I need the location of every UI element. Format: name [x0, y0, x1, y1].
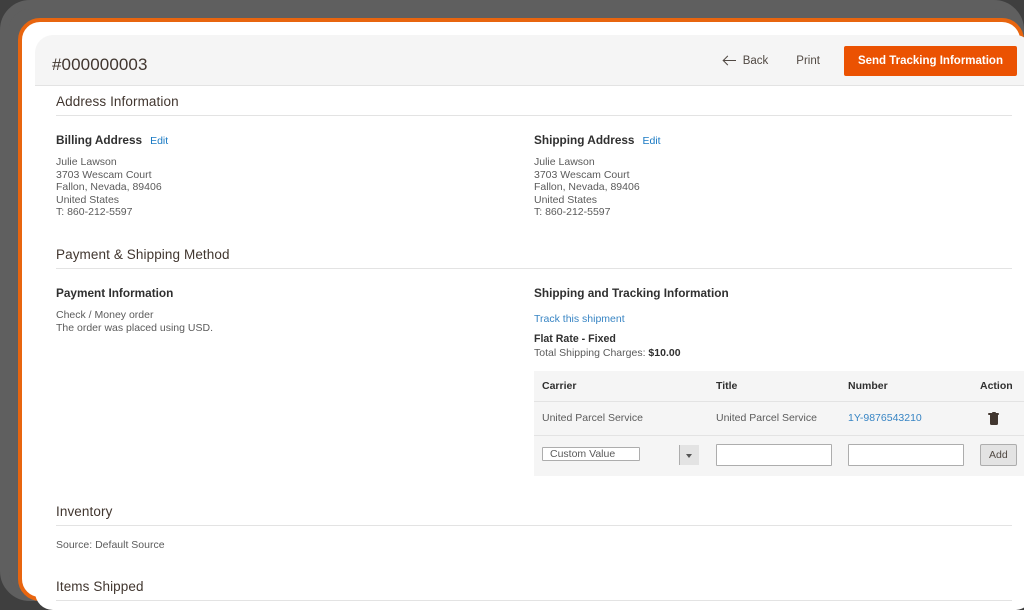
shipping-street: 3703 Wescam Court [534, 168, 630, 181]
billing-street: 3703 Wescam Court [56, 168, 152, 181]
trash-handle [991, 411, 996, 414]
tracking-table-wrapper: Carrier Title Number Action United Parce… [534, 370, 1024, 476]
tracking-table-body: United Parcel Service United Parcel Serv… [534, 401, 1024, 476]
back-button[interactable]: Back [710, 47, 783, 75]
tracking-col-action: Action [972, 370, 1024, 402]
carrier-select[interactable]: Custom Value [542, 446, 641, 461]
tracking-title-input[interactable] [716, 443, 832, 466]
tracking-form-number-cell [840, 435, 972, 476]
payment-information-heading: Payment Information [56, 285, 174, 300]
payment-currency-note: The order was placed using USD. [56, 321, 213, 334]
tracking-cell-number: 1Y-9876543210 [840, 401, 972, 436]
shipping-address-text: Julie Lawson 3703 Wescam Court Fallon, N… [534, 156, 1012, 219]
shipping-address-edit-link[interactable]: Edit [643, 135, 661, 147]
shipping-address-heading-row: Shipping Address Edit [534, 133, 1012, 147]
send-tracking-information-button[interactable]: Send Tracking Information [843, 46, 1017, 76]
billing-city-state-zip: Fallon, Nevada, 89406 [56, 181, 162, 194]
trash-icon[interactable] [988, 411, 999, 425]
table-row: United Parcel Service United Parcel Serv… [534, 401, 1024, 436]
header-actions: Back Print Send Tracking Information [710, 46, 1017, 76]
payment-shipping-method-heading: Payment & Shipping Method [56, 247, 1012, 269]
shipping-method-value: Flat Rate - Fixed [534, 332, 616, 345]
tracking-add-row: Custom Value Add [534, 435, 1024, 476]
tracking-cell-action [972, 401, 1024, 436]
tracking-form-carrier-cell: Custom Value [534, 435, 708, 476]
tracking-table: Carrier Title Number Action United Parce… [534, 370, 1024, 476]
payment-shipping-columns: Payment Information Check / Money order … [56, 269, 1024, 476]
chevron-down-icon[interactable] [679, 444, 699, 465]
billing-phone: T: 860-212-5597 [56, 206, 133, 219]
page-header: #000000003 Back Print Send Tracking Info… [35, 35, 1024, 86]
tracking-form-title-cell [708, 435, 840, 476]
payment-information-text: Check / Money order The order was placed… [56, 309, 518, 335]
print-button[interactable]: Print [782, 47, 834, 75]
tracking-col-number: Number [840, 370, 972, 402]
billing-address-heading-row: Billing Address Edit [56, 133, 518, 147]
billing-address-heading: Billing Address [56, 133, 143, 147]
billing-country: United States [56, 193, 120, 206]
add-tracking-button[interactable]: Add [980, 443, 1017, 466]
tracking-col-carrier: Carrier [534, 370, 708, 402]
address-columns: Billing Address Edit Julie Lawson 3703 W… [56, 116, 1012, 219]
tracking-col-title: Title [708, 370, 840, 402]
tracking-cell-carrier: United Parcel Service [534, 401, 708, 436]
tracking-form-action-cell: Add [972, 435, 1024, 476]
tracking-cell-title: United Parcel Service [708, 401, 840, 436]
shipping-tracking-block: Shipping and Tracking Information Track … [534, 269, 1024, 476]
tracking-table-header-row: Carrier Title Number Action [534, 370, 1024, 402]
browser-viewport: #000000003 Back Print Send Tracking Info… [35, 35, 1024, 610]
shipping-name: Julie Lawson [534, 156, 595, 168]
billing-address-text: Julie Lawson 3703 Wescam Court Fallon, N… [56, 156, 518, 219]
inventory-heading: Inventory [56, 504, 1012, 526]
track-this-shipment-link[interactable]: Track this shipment [534, 313, 1012, 325]
carrier-select-wrap: Custom Value [542, 444, 700, 466]
shipping-phone: T: 860-212-5597 [534, 206, 611, 219]
page-content: Address Information Billing Address Edit… [35, 86, 1024, 610]
shipping-address-heading: Shipping Address [534, 133, 635, 147]
device-frame-accent: #000000003 Back Print Send Tracking Info… [18, 18, 1024, 610]
arrow-left-icon [723, 56, 736, 66]
tracking-table-head: Carrier Title Number Action [534, 370, 1024, 402]
billing-address-block: Billing Address Edit Julie Lawson 3703 W… [56, 116, 534, 219]
total-shipping-charges: Total Shipping Charges: $10.00 [534, 346, 1012, 360]
shipping-country: United States [534, 193, 598, 206]
payment-information-block: Payment Information Check / Money order … [56, 269, 534, 476]
total-shipping-charges-label: Total Shipping Charges: [534, 346, 646, 359]
billing-name: Julie Lawson [56, 156, 117, 168]
total-shipping-charges-value: $10.00 [648, 346, 681, 359]
tracking-number-link[interactable]: 1Y-9876543210 [848, 412, 922, 424]
address-information-heading: Address Information [56, 94, 1012, 116]
items-shipped-heading: Items Shipped [56, 579, 1012, 601]
page-title: #000000003 [52, 55, 148, 74]
shipping-address-block: Shipping Address Edit Julie Lawson 3703 … [534, 116, 1012, 219]
inventory-source: Source: Default Source [56, 538, 165, 551]
shipping-tracking-heading: Shipping and Tracking Information [534, 285, 729, 300]
back-button-label: Back [742, 55, 769, 67]
billing-address-edit-link[interactable]: Edit [150, 135, 168, 147]
tracking-number-input[interactable] [848, 443, 964, 466]
shipping-city-state-zip: Fallon, Nevada, 89406 [534, 181, 640, 194]
payment-method: Check / Money order [56, 308, 154, 321]
device-frame-outer: #000000003 Back Print Send Tracking Info… [0, 0, 1024, 610]
